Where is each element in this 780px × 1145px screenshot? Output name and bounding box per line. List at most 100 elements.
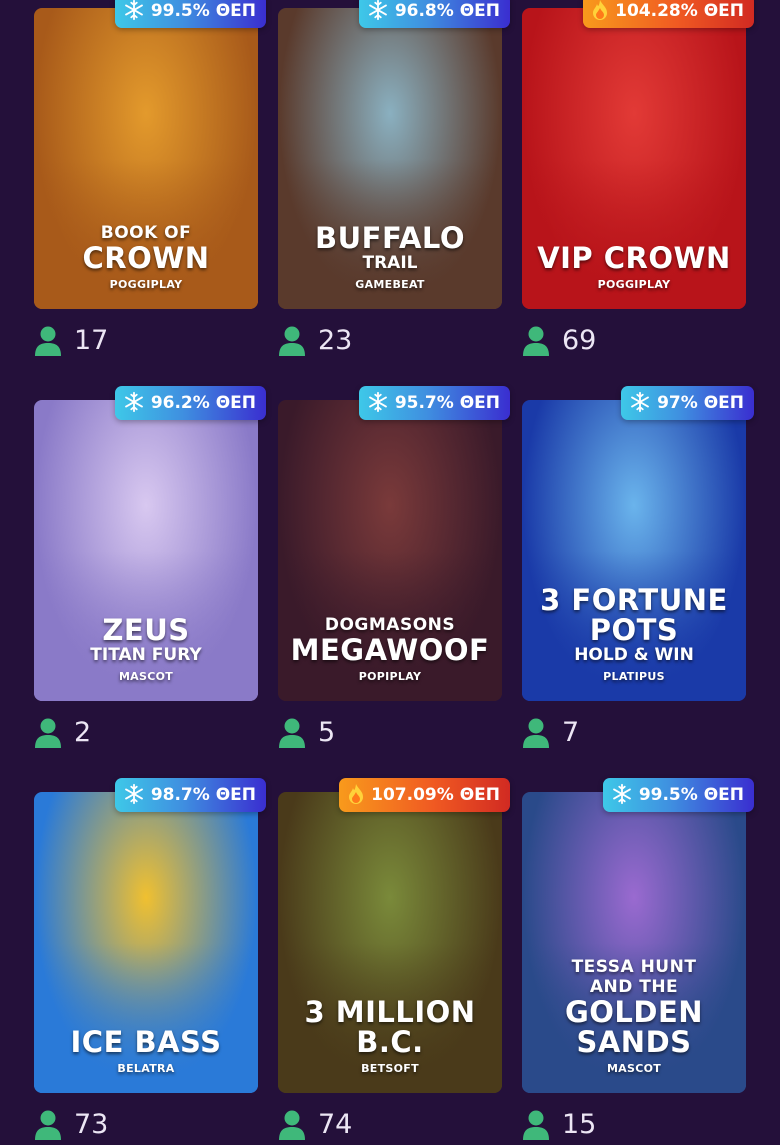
rtp-badge: 98.7% ΘΕΠ xyxy=(114,778,266,812)
game-provider: POGGIPLAY xyxy=(597,278,671,291)
player-count: 73 xyxy=(34,1108,108,1142)
game-title-line: CROWN xyxy=(82,241,210,275)
game-card[interactable]: TESSA HUNT AND THE GOLDEN SANDS MASCOT 99.5% … xyxy=(522,778,754,1142)
game-title: DOGMASONS MEGAWOOF POPIPLAY xyxy=(278,615,502,683)
rtp-value: 96.8% ΘΕΠ xyxy=(394,1,500,21)
rtp-value: 104.28% ΘΕΠ xyxy=(615,1,744,21)
player-count-value: 2 xyxy=(74,717,92,748)
rtp-value: 98.7% ΘΕΠ xyxy=(150,785,256,805)
rtp-value: 97% ΘΕΠ xyxy=(657,393,744,413)
game-thumbnail[interactable]: BOOK OF CROWN POGGIPLAY xyxy=(34,8,258,309)
game-title-line: AND THE xyxy=(589,977,679,997)
game-title: ICE BASS BELATRA xyxy=(34,1027,258,1075)
game-title-line: HOLD & WIN xyxy=(574,645,694,665)
snowflake-icon xyxy=(123,391,145,416)
game-thumbnail[interactable]: 3 FORTUNE POTS HOLD & WIN PLATIPUS xyxy=(522,400,746,701)
snowflake-icon xyxy=(611,783,633,808)
game-provider: MASCOT xyxy=(118,670,174,683)
user-icon xyxy=(34,717,62,749)
flame-icon xyxy=(347,783,365,808)
game-grid: BOOK OF CROWN POGGIPLAY 99.5% ΘΕΠ 17 BUFFALO T… xyxy=(0,0,780,1140)
game-provider: PLATIPUS xyxy=(603,670,665,683)
snowflake-icon xyxy=(123,783,145,808)
user-icon xyxy=(522,717,550,749)
rtp-badge: 107.09% ΘΕΠ xyxy=(339,778,510,812)
user-icon xyxy=(278,325,306,357)
rtp-badge: 96.2% ΘΕΠ xyxy=(114,386,266,420)
game-provider: POPIPLAY xyxy=(358,670,422,683)
game-title: 3 FORTUNE POTS HOLD & WIN PLATIPUS xyxy=(522,585,746,683)
game-thumbnail[interactable]: BUFFALO TRAIL GAMEBEAT xyxy=(278,8,502,309)
game-title-line: TRAIL xyxy=(362,253,418,273)
rtp-value: 95.7% ΘΕΠ xyxy=(394,393,500,413)
rtp-value: 96.2% ΘΕΠ xyxy=(150,393,256,413)
game-card[interactable]: ICE BASS BELATRA 98.7% ΘΕΠ 73 xyxy=(34,778,266,1142)
game-card[interactable]: 3 MILLION B.C. BETSOFT 107.09% ΘΕΠ 74 xyxy=(278,778,510,1142)
rtp-badge: 96.8% ΘΕΠ xyxy=(358,0,510,28)
game-title: 3 MILLION B.C. BETSOFT xyxy=(278,997,502,1075)
rtp-value: 107.09% ΘΕΠ xyxy=(371,785,500,805)
game-card[interactable]: BUFFALO TRAIL GAMEBEAT 96.8% ΘΕΠ 23 xyxy=(278,0,510,358)
game-title-line: BUFFALO xyxy=(315,221,465,255)
game-provider: MASCOT xyxy=(606,1062,662,1075)
game-card[interactable]: DOGMASONS MEGAWOOF POPIPLAY 95.7% ΘΕΠ 5 xyxy=(278,386,510,750)
rtp-badge: 99.5% ΘΕΠ xyxy=(602,778,754,812)
game-provider: BETSOFT xyxy=(361,1062,419,1075)
game-provider: GAMEBEAT xyxy=(355,278,425,291)
player-count: 74 xyxy=(278,1108,352,1142)
game-title-line: ZEUS xyxy=(102,613,190,647)
game-title: ZEUS TITAN FURY MASCOT xyxy=(34,615,258,683)
game-thumbnail[interactable]: ZEUS TITAN FURY MASCOT xyxy=(34,400,258,701)
game-title: VIP CROWN POGGIPLAY xyxy=(522,243,746,291)
game-title-line: 3 FORTUNE xyxy=(540,583,728,617)
player-count: 2 xyxy=(34,716,91,750)
player-count-value: 5 xyxy=(318,717,336,748)
game-card[interactable]: ZEUS TITAN FURY MASCOT 96.2% ΘΕΠ 2 xyxy=(34,386,266,750)
rtp-badge: 104.28% ΘΕΠ xyxy=(583,0,754,28)
snowflake-icon xyxy=(629,391,651,416)
game-title-line: BOOK OF xyxy=(100,223,192,243)
rtp-badge: 97% ΘΕΠ xyxy=(621,386,754,420)
game-thumbnail[interactable]: 3 MILLION B.C. BETSOFT xyxy=(278,792,502,1093)
player-count: 69 xyxy=(522,324,596,358)
game-title-line: DOGMASONS xyxy=(324,615,456,635)
game-title: BUFFALO TRAIL GAMEBEAT xyxy=(278,223,502,291)
user-icon xyxy=(278,1109,306,1141)
game-card[interactable]: BOOK OF CROWN POGGIPLAY 99.5% ΘΕΠ 17 xyxy=(34,0,266,358)
game-title-line: GOLDEN xyxy=(564,995,704,1029)
user-icon xyxy=(278,717,306,749)
player-count-value: 7 xyxy=(562,717,580,748)
rtp-value: 99.5% ΘΕΠ xyxy=(638,785,744,805)
game-thumbnail[interactable]: VIP CROWN POGGIPLAY xyxy=(522,8,746,309)
game-card[interactable]: VIP CROWN POGGIPLAY 104.28% ΘΕΠ 69 xyxy=(522,0,754,358)
game-thumbnail[interactable]: DOGMASONS MEGAWOOF POPIPLAY xyxy=(278,400,502,701)
game-title-line: MEGAWOOF xyxy=(290,633,490,667)
game-provider: POGGIPLAY xyxy=(109,278,183,291)
rtp-badge: 99.5% ΘΕΠ xyxy=(114,0,266,28)
user-icon xyxy=(522,325,550,357)
player-count: 7 xyxy=(522,716,579,750)
game-title-line: POTS xyxy=(589,613,679,647)
player-count-value: 23 xyxy=(318,325,353,356)
rtp-badge: 95.7% ΘΕΠ xyxy=(358,386,510,420)
game-title-line: TESSA HUNT xyxy=(571,957,697,977)
snowflake-icon xyxy=(367,0,389,24)
player-count: 23 xyxy=(278,324,352,358)
player-count: 17 xyxy=(34,324,108,358)
player-count: 15 xyxy=(522,1108,596,1142)
game-thumbnail[interactable]: TESSA HUNT AND THE GOLDEN SANDS MASCOT xyxy=(522,792,746,1093)
game-thumbnail[interactable]: ICE BASS BELATRA xyxy=(34,792,258,1093)
player-count-value: 17 xyxy=(74,325,109,356)
flame-icon xyxy=(591,0,609,24)
user-icon xyxy=(34,1109,62,1141)
game-provider: BELATRA xyxy=(117,1062,175,1075)
game-title: TESSA HUNT AND THE GOLDEN SANDS MASCOT xyxy=(522,957,746,1075)
game-title-line: VIP CROWN xyxy=(537,241,731,275)
game-title-line: TITAN FURY xyxy=(90,645,202,665)
user-icon xyxy=(522,1109,550,1141)
user-icon xyxy=(34,325,62,357)
game-card[interactable]: 3 FORTUNE POTS HOLD & WIN PLATIPUS 97% ΘΕΠ 7 xyxy=(522,386,754,750)
player-count-value: 69 xyxy=(562,325,597,356)
rtp-value: 99.5% ΘΕΠ xyxy=(150,1,256,21)
snowflake-icon xyxy=(367,391,389,416)
